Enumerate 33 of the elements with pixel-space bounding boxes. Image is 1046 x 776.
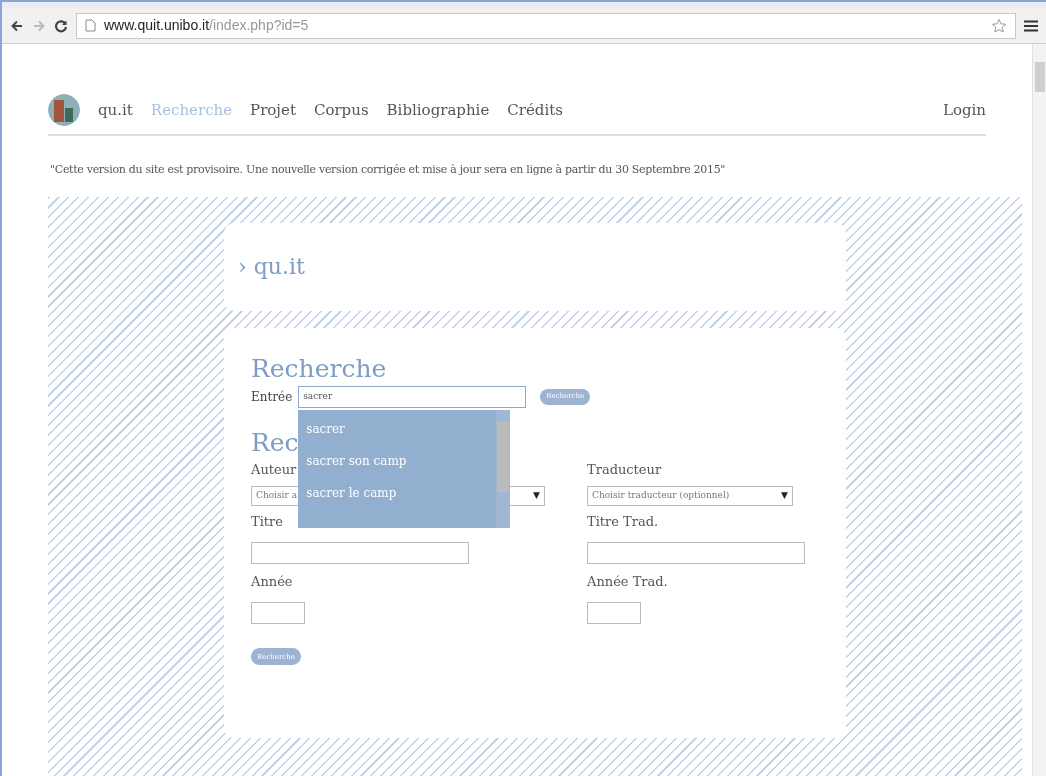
year-trad-label: Année Trad. bbox=[587, 572, 668, 591]
year-trad-field[interactable] bbox=[587, 601, 641, 624]
card-title: › qu.it bbox=[238, 253, 305, 281]
nav-link[interactable]: Projet bbox=[250, 98, 296, 122]
entry-field[interactable]: sacrer bbox=[298, 385, 527, 408]
brand-link[interactable]: qu.it bbox=[98, 98, 133, 122]
nav-link[interactable]: Crédits bbox=[507, 98, 563, 122]
advanced-heading: Rec bbox=[251, 427, 299, 458]
menu-icon[interactable] bbox=[1024, 19, 1038, 32]
translator-label: Traducteur bbox=[587, 460, 662, 479]
entry-label: Entrée bbox=[251, 388, 293, 406]
login-link[interactable]: Login bbox=[942, 98, 986, 122]
dropdown-scrollbar[interactable] bbox=[496, 409, 511, 528]
back-arrow-icon[interactable] bbox=[10, 18, 24, 33]
notice-text: "Cette version du site est provisoire. Une nouvelle version corrigée et mise à jour sera en ligne à partir du 30 Septembre 2015" bbox=[50, 162, 727, 178]
nav-link[interactable]: Corpus bbox=[313, 98, 369, 122]
title-trad-label: Titre Trad. bbox=[587, 512, 659, 531]
page-icon bbox=[85, 19, 96, 32]
address-bar[interactable]: www.quit.unibo.it/index.php?id=5 bbox=[76, 12, 1016, 39]
title-trad-field[interactable] bbox=[587, 541, 805, 564]
logo-icon[interactable] bbox=[48, 94, 80, 126]
title-field[interactable] bbox=[251, 541, 469, 564]
title-label: Titre bbox=[251, 512, 283, 531]
url-text: www.quit.unibo.it/index.php?id=5 bbox=[104, 16, 309, 35]
forward-arrow-icon[interactable] bbox=[32, 18, 46, 33]
translator-select[interactable]: Choisir traducteur (optionnel) ▼ bbox=[587, 485, 793, 506]
star-icon[interactable] bbox=[991, 17, 1007, 34]
reload-icon[interactable] bbox=[54, 18, 68, 33]
year-label: Année bbox=[251, 572, 293, 591]
author-label: Auteur bbox=[251, 460, 297, 479]
year-field[interactable] bbox=[251, 601, 305, 624]
nav-link[interactable]: Bibliographie bbox=[386, 98, 490, 122]
search-heading: Recherche bbox=[251, 353, 388, 384]
